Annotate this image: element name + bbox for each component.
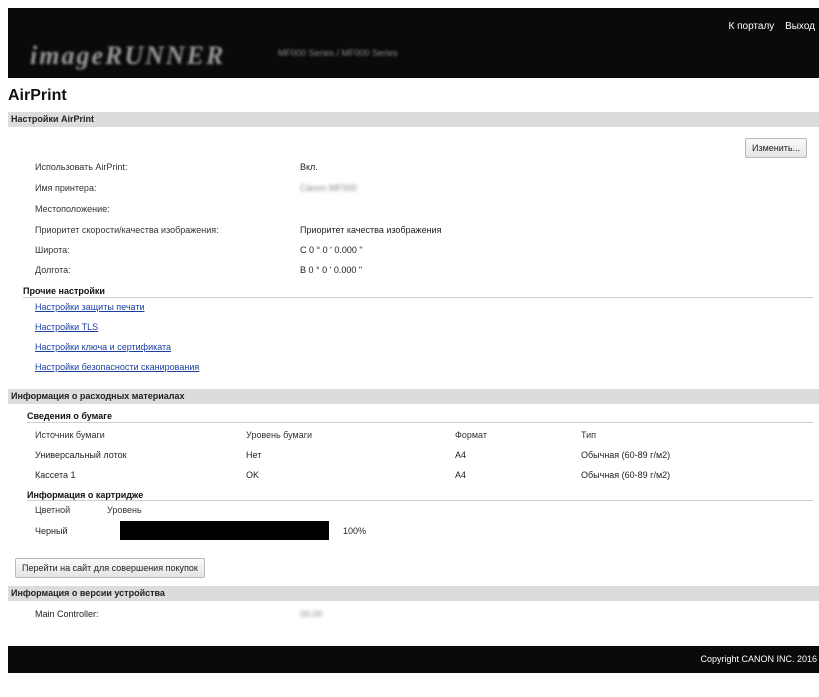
cartridge-info-heading: Информация о картридже [27,490,144,500]
paper-level-header: Уровень бумаги [246,430,313,440]
portal-link[interactable]: К порталу [729,21,775,32]
key-certificate-settings-link[interactable]: Настройки ключа и сертификата [35,342,171,352]
latitude-value: С 0 ° 0 ' 0.000 " [300,245,363,255]
brand-logo: imageRUNNER [30,41,226,70]
shop-button[interactable]: Перейти на сайт для совершения покупок [15,558,205,578]
printer-name-value: Canon MF000 [300,183,358,193]
toner-level-text: 100% [343,526,367,536]
location-label: Местоположение: [35,204,110,214]
priority-label: Приоритет скорости/качества изображения: [35,225,219,235]
table-row-size: A4 [455,470,467,480]
device-model-name: MF000 Series / MF000 Series [278,48,398,58]
table-row-size: A4 [455,450,467,460]
other-settings-heading: Прочие настройки [23,286,105,296]
paper-info-heading: Сведения о бумаге [27,411,112,421]
table-row-type: Обычная (60-89 г/м2) [581,470,671,480]
header-links: К порталу Выход [721,21,816,32]
cartridge-color-header: Цветной [35,505,71,515]
main-controller-label: Main Controller: [35,609,99,619]
table-row-type: Обычная (60-89 г/м2) [581,450,671,460]
latitude-label: Широта: [35,245,70,255]
airprint-settings-header: Настройки AirPrint [8,112,819,127]
table-row-source: Кассета 1 [35,470,76,480]
priority-value: Приоритет качества изображения [300,225,442,235]
printer-name-label: Имя принтера: [35,183,97,193]
table-row-level: Нет [246,450,262,460]
longitude-label: Долгота: [35,265,71,275]
toner-level-bar [120,521,329,540]
cartridge-color-value: Черный [35,526,68,536]
longitude-value: В 0 ° 0 ' 0.000 " [300,265,363,275]
use-airprint-label: Использовать AirPrint: [35,162,128,172]
paper-source-header: Источник бумаги [35,430,105,440]
footer: Copyright CANON INC. 2016 [8,646,819,673]
consumables-header: Информация о расходных материалах [8,389,819,404]
divider [23,297,813,298]
edit-button[interactable]: Изменить... [745,138,808,158]
cartridge-level-header: Уровень [107,505,142,515]
top-header: imageRUNNER MF000 Series / MF000 Series … [8,8,819,78]
divider [27,500,813,501]
main-controller-value: 00.00 [300,609,323,619]
divider [27,422,813,423]
paper-size-header: Формат [455,430,487,440]
logout-link[interactable]: Выход [785,21,815,32]
device-version-header: Информация о версии устройства [8,586,819,601]
page-title: AirPrint [8,87,67,104]
print-security-settings-link[interactable]: Настройки защиты печати [35,302,145,312]
copyright-text: Copyright CANON INC. 2016 [700,654,817,664]
scan-security-settings-link[interactable]: Настройки безопасности сканирования [35,362,199,372]
table-row-source: Универсальный лоток [35,450,127,460]
use-airprint-value: Вкл. [300,162,318,172]
tls-settings-link[interactable]: Настройки TLS [35,322,98,332]
paper-type-header: Тип [581,430,597,440]
table-row-level: OK [246,470,260,480]
